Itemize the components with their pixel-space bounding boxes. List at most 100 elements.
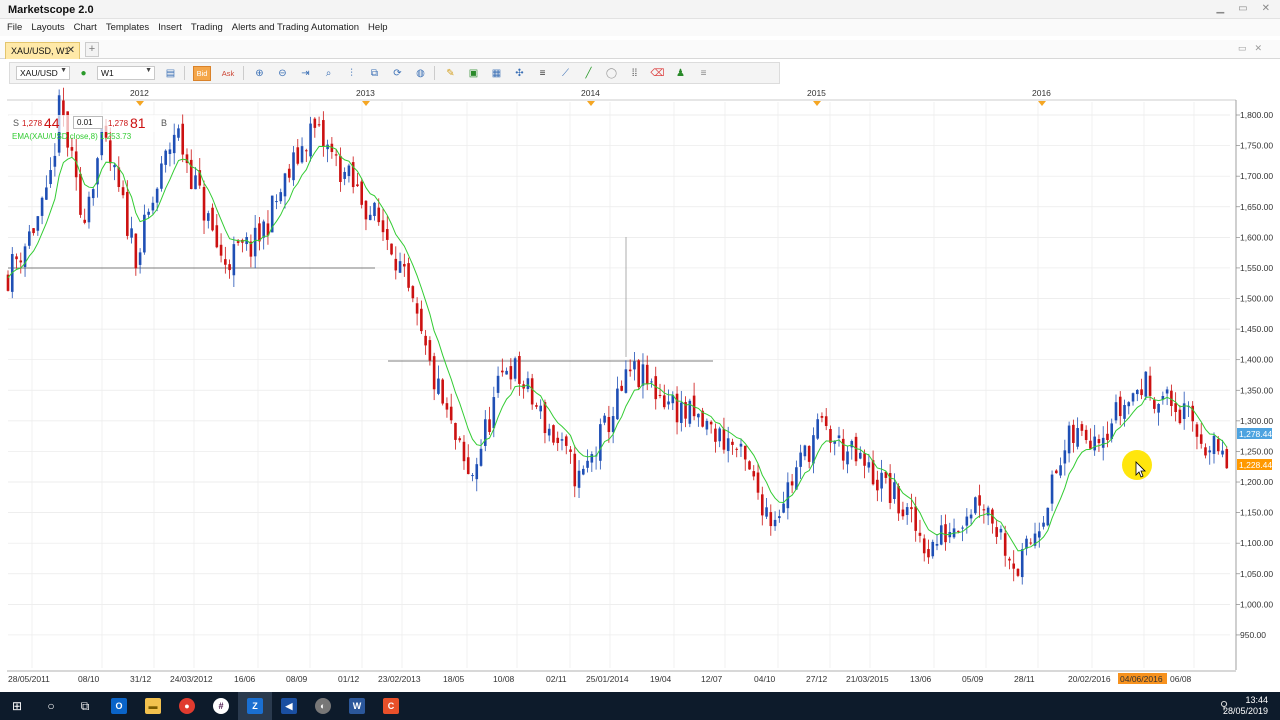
price-chart[interactable]: 2012 2013 2014 2015 2016 1,800.00 1,750.00 1,7… [0,85,1280,692]
price-tick-label: 950.00 [1240,630,1266,640]
candle-body [880,472,883,489]
candle-body [381,220,385,233]
ask-button[interactable]: Ask [219,66,237,81]
trendline-icon[interactable]: ⟋ [558,66,573,81]
candle-body [108,140,112,164]
zoom-out-icon[interactable]: ⊖ [275,66,290,81]
year-label: 2013 [356,88,375,98]
export-icon[interactable]: ⧉ [367,66,382,81]
app-icon[interactable]: ◀ [272,692,306,720]
price-tick-label: 1,800.00 [1240,110,1273,120]
instrument-status-icon[interactable]: ● [76,66,91,81]
candle-body [731,441,734,445]
scroll-icon[interactable]: ⇥ [298,66,313,81]
candle-body [390,243,393,255]
globe-icon[interactable]: ◍ [413,66,428,81]
chrome-icon[interactable]: ● [170,692,204,720]
candle-body [194,175,197,190]
candle-body [633,361,636,370]
more-icon[interactable]: ≡ [696,66,711,81]
candle-body [1063,450,1067,464]
browser-icon[interactable]: ◐ [306,692,340,720]
minimize-icon[interactable]: ▁ [1216,3,1224,14]
shape-icon[interactable]: ◯ [604,66,619,81]
add-tab-button[interactable]: + [85,42,99,57]
candle-body [130,228,133,238]
start-button[interactable]: ⊞ [0,692,34,720]
candle-body [1046,507,1050,526]
menu-help[interactable]: Help [368,22,388,33]
person-icon[interactable]: ♟ [673,66,688,81]
candle-body [957,530,960,532]
price-tick-label: 1,200.00 [1240,477,1273,487]
candle-body [1135,389,1139,395]
tab-close-icon[interactable]: ✕ [67,45,75,56]
indicator-icon[interactable]: ⫶ [344,66,359,81]
eraser-icon[interactable]: ⌫ [650,66,665,81]
sell-price-small: 1,278 [22,119,43,128]
explorer-icon[interactable]: ▬ [136,692,170,720]
candle-body [1076,428,1079,447]
date-tick-label: 28/05/2011 [8,674,50,684]
candle-body [305,150,308,152]
close-icon[interactable]: ✕ [1262,3,1270,14]
year-label: 2016 [1032,88,1051,98]
slack-icon[interactable]: # [204,692,238,720]
marketscope-icon[interactable]: Z [238,692,272,720]
refresh-icon[interactable]: ⟳ [390,66,405,81]
date-tick-label: 01/12 [338,674,360,684]
candle-body [219,244,223,256]
search-icon[interactable]: ○ [34,692,68,720]
candle-body [232,244,236,276]
word-icon[interactable]: W [340,692,374,720]
pencil-icon[interactable]: ✎ [443,66,458,81]
candle-body [650,381,653,383]
camtasia-icon[interactable]: C [374,692,408,720]
price-tick-label: 1,000.00 [1240,599,1273,609]
clock[interactable]: 13:44 28/05/2019 [1223,695,1268,717]
menu-insert[interactable]: Insert [158,22,182,33]
menu-alerts[interactable]: Alerts and Trading Automation [232,22,359,33]
amount-field[interactable]: 0.01 [73,116,103,129]
menu-trading[interactable]: Trading [191,22,223,33]
candle-body [922,538,926,554]
search-icon[interactable]: ⌕ [321,66,336,81]
tab-window-controls[interactable]: ▭✕ [1238,43,1270,54]
image-icon[interactable]: ▣ [466,66,481,81]
screenshot-icon[interactable]: ▦ [489,66,504,81]
task-view-icon[interactable]: ⧉ [68,692,102,720]
instrument-select[interactable]: XAU/USD ▼ [16,66,70,80]
candle-body [931,541,935,557]
candle-body [1016,568,1020,576]
candle-body [858,452,862,459]
candle-body [718,428,721,442]
date-tick-label: 31/12 [130,674,152,684]
maximize-icon[interactable]: ▭ [1238,3,1247,14]
candle-body [483,419,487,446]
menu-templates[interactable]: Templates [106,22,149,33]
candle-body [475,464,479,480]
menu-layouts[interactable]: Layouts [31,22,64,33]
lines-icon[interactable]: ≡ [535,66,550,81]
outlook-icon[interactable]: O [102,692,136,720]
candle-body [1080,424,1084,431]
candle-body [28,231,31,246]
grid-icon[interactable]: ⁞⁞ [627,66,642,81]
chart-type-icon[interactable]: ▤ [163,66,178,81]
timeframe-select[interactable]: W1 ▼ [97,66,155,80]
bid-button[interactable]: Bid [193,65,211,81]
candle-body [1174,403,1177,413]
candle-body [424,335,427,346]
menu-file[interactable]: File [7,22,22,33]
candle-body [748,461,751,470]
year-label: 2014 [581,88,600,98]
candle-body [760,494,764,516]
buy-price-big[interactable]: 81 [130,115,146,131]
menu-chart[interactable]: Chart [74,22,97,33]
zoom-in-icon[interactable]: ⊕ [252,66,267,81]
tab-chart[interactable]: XAU/USD, W1 ✕ [5,42,80,59]
sell-price-big[interactable]: 44 [44,115,60,131]
date-tick-label: 05/09 [962,674,984,684]
crosshair-icon[interactable]: ✣ [512,66,527,81]
line-tool-icon[interactable]: ╱ [581,66,596,81]
